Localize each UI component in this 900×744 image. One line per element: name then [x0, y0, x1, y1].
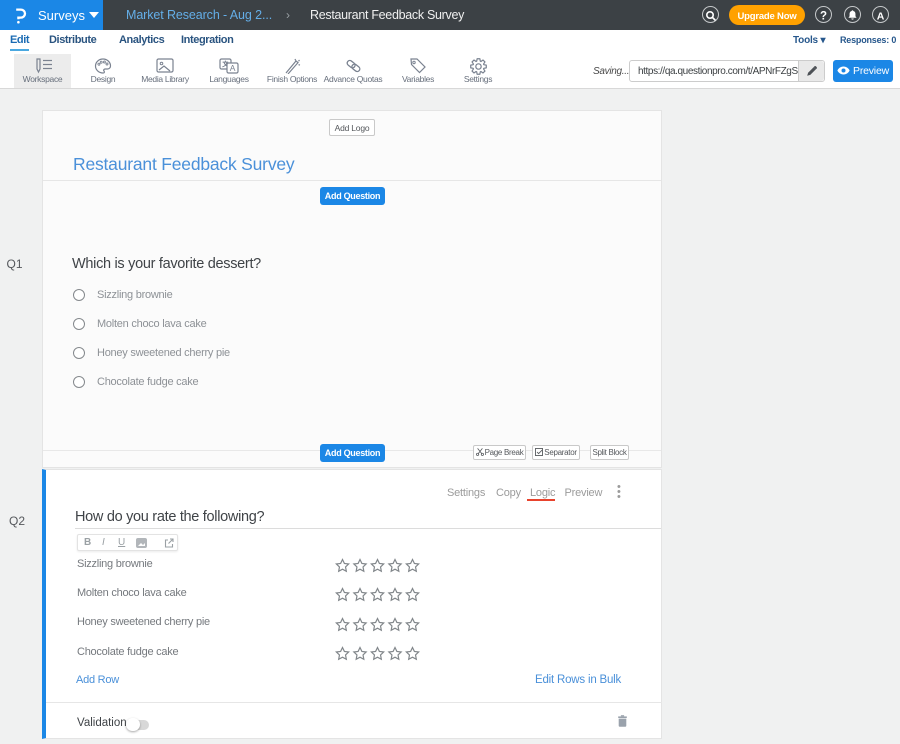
svg-text:A: A — [230, 63, 236, 73]
svg-text:A: A — [877, 11, 885, 23]
svg-text:?: ? — [820, 11, 827, 23]
svg-text:Upgrade Now: Upgrade Now — [737, 11, 797, 22]
